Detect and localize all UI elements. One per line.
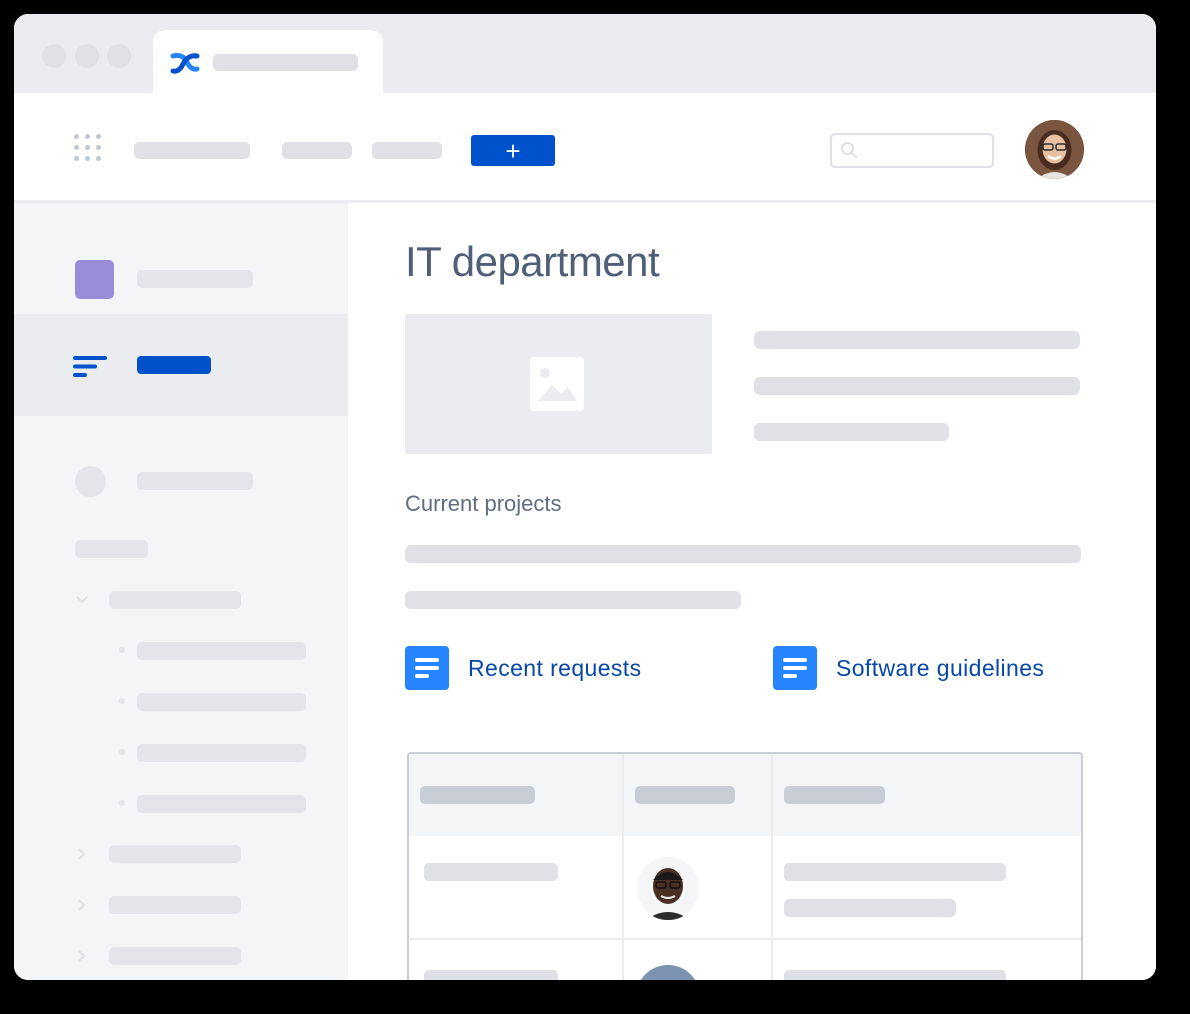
table-row[interactable]: [409, 836, 1081, 938]
link-software-guidelines[interactable]: Software guidelines: [773, 646, 1044, 690]
text-line-placeholder: [754, 377, 1080, 395]
nav-item-placeholder[interactable]: [134, 142, 250, 159]
table-header: [409, 754, 1081, 836]
tree-item-placeholder[interactable]: [109, 591, 241, 609]
text-line-placeholder: [754, 331, 1080, 349]
nav-item-placeholder[interactable]: [282, 142, 352, 159]
assignee-avatar[interactable]: [636, 856, 700, 920]
user-avatar[interactable]: [1025, 120, 1084, 179]
browser-titlebar: [14, 14, 1156, 93]
column-header-placeholder: [635, 786, 735, 804]
space-avatar[interactable]: [75, 260, 114, 299]
text-line-placeholder: [405, 545, 1081, 563]
assignee-avatar[interactable]: [636, 965, 700, 980]
create-button[interactable]: +: [471, 135, 555, 166]
page-title: IT department: [405, 238, 660, 285]
search-icon: [841, 142, 857, 158]
tree-child-placeholder[interactable]: [137, 744, 306, 762]
sidebar-item-icon: [75, 466, 106, 497]
column-header-placeholder: [784, 786, 885, 804]
tree-child-placeholder[interactable]: [137, 795, 306, 813]
main-content: IT department Current projects Recent re…: [348, 203, 1156, 980]
sidebar: [14, 203, 348, 980]
tree-child-placeholder[interactable]: [137, 642, 306, 660]
chevron-right-icon[interactable]: [75, 898, 89, 912]
link-label: Software guidelines: [836, 654, 1045, 681]
table-row[interactable]: [409, 940, 1081, 980]
link-recent-requests[interactable]: Recent requests: [405, 646, 641, 690]
window-close-dot[interactable]: [42, 44, 66, 68]
text-line-placeholder: [405, 591, 741, 609]
sidebar-item-active-label: [137, 356, 211, 374]
chevron-right-icon[interactable]: [75, 949, 89, 963]
tree-item-placeholder[interactable]: [109, 896, 241, 914]
bullet-icon: [119, 749, 125, 755]
text-line-placeholder: [754, 423, 949, 441]
top-navigation: +: [14, 93, 1156, 203]
column-header-placeholder: [420, 786, 535, 804]
confluence-logo-icon: [170, 52, 200, 74]
tree-item-placeholder[interactable]: [109, 947, 241, 965]
chevron-right-icon[interactable]: [75, 847, 89, 861]
bullet-icon: [119, 647, 125, 653]
assignee-avatar-image: [636, 856, 700, 920]
bullet-icon: [119, 698, 125, 704]
user-avatar-image: [1025, 120, 1084, 179]
sidebar-item-placeholder[interactable]: [137, 472, 253, 490]
cell-placeholder: [424, 863, 558, 881]
sidebar-section-heading: [75, 540, 148, 558]
tree-item-placeholder[interactable]: [109, 845, 241, 863]
browser-tab[interactable]: [153, 30, 383, 93]
tab-title-placeholder: [213, 54, 358, 71]
browser-window: + IT department Current projects Recent …: [14, 14, 1156, 980]
page-document-icon: [773, 646, 817, 690]
space-name-placeholder[interactable]: [137, 270, 253, 288]
image-placeholder-icon: [530, 357, 584, 411]
tree-child-placeholder[interactable]: [137, 693, 306, 711]
projects-table: [407, 752, 1083, 980]
app-switcher-icon[interactable]: [74, 134, 106, 166]
cell-placeholder: [784, 899, 956, 917]
chevron-down-icon[interactable]: [75, 593, 89, 607]
link-label: Recent requests: [468, 654, 642, 681]
window-minimize-dot[interactable]: [75, 44, 99, 68]
search-input[interactable]: [830, 133, 994, 168]
section-title: Current projects: [405, 491, 562, 516]
bullet-icon: [119, 800, 125, 806]
filter-lines-icon: [73, 356, 107, 377]
page-document-icon: [405, 646, 449, 690]
window-maximize-dot[interactable]: [107, 44, 131, 68]
cell-placeholder: [424, 970, 558, 980]
image-placeholder[interactable]: [405, 314, 712, 454]
sidebar-item-active[interactable]: [14, 314, 348, 416]
nav-item-placeholder[interactable]: [372, 142, 442, 159]
cell-placeholder: [784, 970, 1006, 980]
cell-placeholder: [784, 863, 1006, 881]
